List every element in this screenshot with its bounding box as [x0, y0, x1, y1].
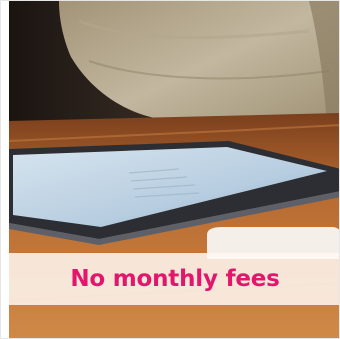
- card-left-margin: [1, 1, 9, 338]
- caption-title: No monthly fees: [70, 266, 280, 292]
- caption-band: No monthly fees: [9, 253, 339, 305]
- feature-card: No monthly fees: [0, 0, 340, 339]
